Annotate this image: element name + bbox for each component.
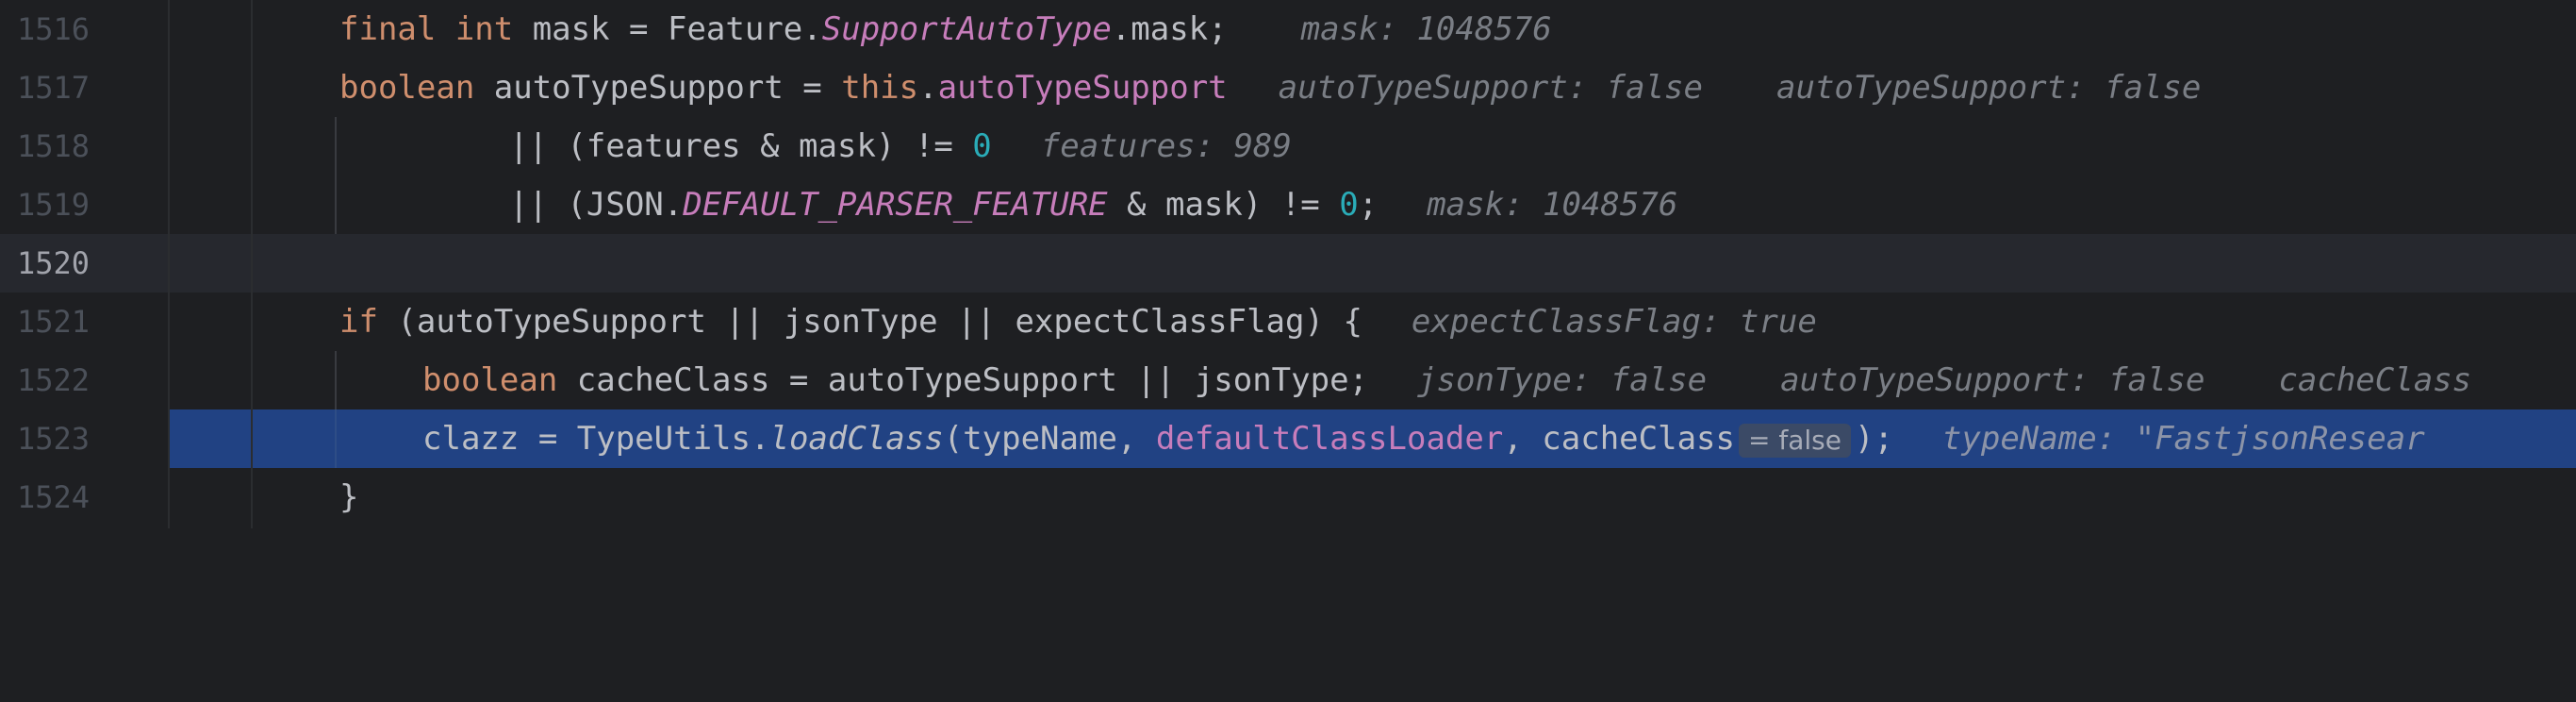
code-line-1522[interactable]: 1522 boolean cacheClass = autoTypeSuppor… <box>0 351 2576 410</box>
code-line-1524[interactable]: 1524 } <box>0 468 2576 526</box>
code-content[interactable]: final int mask = Feature.SupportAutoType… <box>339 0 2576 58</box>
code-text: mask = Feature. <box>513 10 822 48</box>
indent-guide <box>335 117 337 176</box>
line-number: 1517 <box>17 70 91 106</box>
debug-value-hint: autoTypeSupport: false <box>1278 69 1703 107</box>
code-text: cacheClass = autoTypeSupport || jsonType… <box>557 361 1369 399</box>
indent-guide <box>335 410 337 468</box>
debug-value-hint: jsonType: false <box>1417 361 1708 399</box>
debug-value-hint: mask: 1048576 <box>1427 186 1678 224</box>
code-text: ); <box>1854 420 1893 458</box>
line-gutter[interactable]: 1522 <box>0 351 168 410</box>
keyword: this <box>841 69 919 107</box>
field-ref: defaultClassLoader <box>1155 420 1504 458</box>
line-number: 1523 <box>17 421 91 457</box>
code-line-1519[interactable]: 1519 || (JSON.DEFAULT_PARSER_FEATURE & m… <box>0 176 2576 234</box>
code-line-1516[interactable]: 1516 final int mask = Feature.SupportAut… <box>0 0 2576 58</box>
code-text: & mask) != <box>1107 186 1340 224</box>
keyword: boolean <box>422 361 558 399</box>
code-content[interactable]: || (features & mask) != 0 features: 989 <box>509 117 2576 176</box>
line-number: 1518 <box>17 128 91 164</box>
line-gutter[interactable]: 1519 <box>0 176 168 234</box>
code-content[interactable]: || (JSON.DEFAULT_PARSER_FEATURE & mask) … <box>509 176 2576 234</box>
line-gutter[interactable]: 1523 <box>0 410 168 468</box>
line-number: 1522 <box>17 362 91 398</box>
code-text: autoTypeSupport = <box>474 69 842 107</box>
debug-value-hint: features: 989 <box>1040 127 1292 165</box>
code-line-1521[interactable]: 1521 if (autoTypeSupport || jsonType || … <box>0 292 2576 351</box>
line-number: 1516 <box>17 11 91 47</box>
line-gutter[interactable]: 1520 <box>0 234 168 292</box>
line-number: 1524 <box>17 479 91 515</box>
code-content[interactable] <box>339 234 2576 292</box>
static-field: SupportAutoType <box>821 10 1112 48</box>
code-content[interactable]: boolean autoTypeSupport = this.autoTypeS… <box>339 58 2576 117</box>
inline-value-badge: = false <box>1738 423 1851 458</box>
debug-value-hint: autoTypeSupport: false <box>1776 69 2202 107</box>
debug-value-hint: typeName: "FastjsonResear <box>1941 420 2425 458</box>
keyword: boolean <box>339 69 475 107</box>
code-text: || (JSON. <box>509 186 684 224</box>
keyword: if <box>339 303 378 341</box>
code-text: } <box>339 478 359 516</box>
code-content[interactable]: clazz = TypeUtils.loadClass(typeName, de… <box>422 410 2576 468</box>
gutter-divider <box>168 0 170 528</box>
debug-value-hint: autoTypeSupport: false <box>1780 361 2205 399</box>
debug-value-hint: cacheClass <box>2278 361 2472 399</box>
code-text: . <box>918 69 938 107</box>
code-text: (autoTypeSupport || jsonType || expectCl… <box>377 303 1362 341</box>
code-text: || (features & mask) != <box>509 127 973 165</box>
number-literal: 0 <box>972 127 992 165</box>
debug-value-hint: expectClassFlag: true <box>1411 303 1817 341</box>
line-number: 1521 <box>17 304 91 340</box>
code-line-1520[interactable]: 1520 <box>0 234 2576 292</box>
line-gutter[interactable]: 1521 <box>0 292 168 351</box>
code-content[interactable]: } <box>339 468 2576 526</box>
indent-guide <box>335 176 337 234</box>
line-number: 1519 <box>17 187 91 223</box>
indent-guide <box>335 351 337 410</box>
method-call: loadClass <box>769 420 944 458</box>
field-ref: autoTypeSupport <box>937 69 1228 107</box>
line-number: 1520 <box>17 245 91 281</box>
code-text: , cacheClass <box>1503 420 1735 458</box>
code-editor[interactable]: 1516 final int mask = Feature.SupportAut… <box>0 0 2576 528</box>
line-gutter[interactable]: 1517 <box>0 58 168 117</box>
line-gutter[interactable]: 1516 <box>0 0 168 58</box>
code-content[interactable]: boolean cacheClass = autoTypeSupport || … <box>422 351 2576 410</box>
code-content[interactable]: if (autoTypeSupport || jsonType || expec… <box>339 292 2576 351</box>
fold-column-divider <box>251 0 253 528</box>
code-text: .mask; <box>1111 10 1228 48</box>
code-text: ; <box>1358 186 1379 224</box>
code-line-1517[interactable]: 1517 boolean autoTypeSupport = this.auto… <box>0 58 2576 117</box>
code-line-1523-execution-point[interactable]: 1523 clazz = TypeUtils.loadClass(typeNam… <box>0 410 2576 468</box>
line-gutter[interactable]: 1518 <box>0 117 168 176</box>
code-line-1518[interactable]: 1518 || (features & mask) != 0 features: … <box>0 117 2576 176</box>
line-gutter[interactable]: 1524 <box>0 468 168 526</box>
number-literal: 0 <box>1339 186 1359 224</box>
keyword: final int <box>339 10 514 48</box>
static-field: DEFAULT_PARSER_FEATURE <box>683 186 1108 224</box>
debug-value-hint: mask: 1048576 <box>1300 10 1552 48</box>
code-text: clazz = TypeUtils. <box>422 420 770 458</box>
code-text: (typeName, <box>943 420 1156 458</box>
